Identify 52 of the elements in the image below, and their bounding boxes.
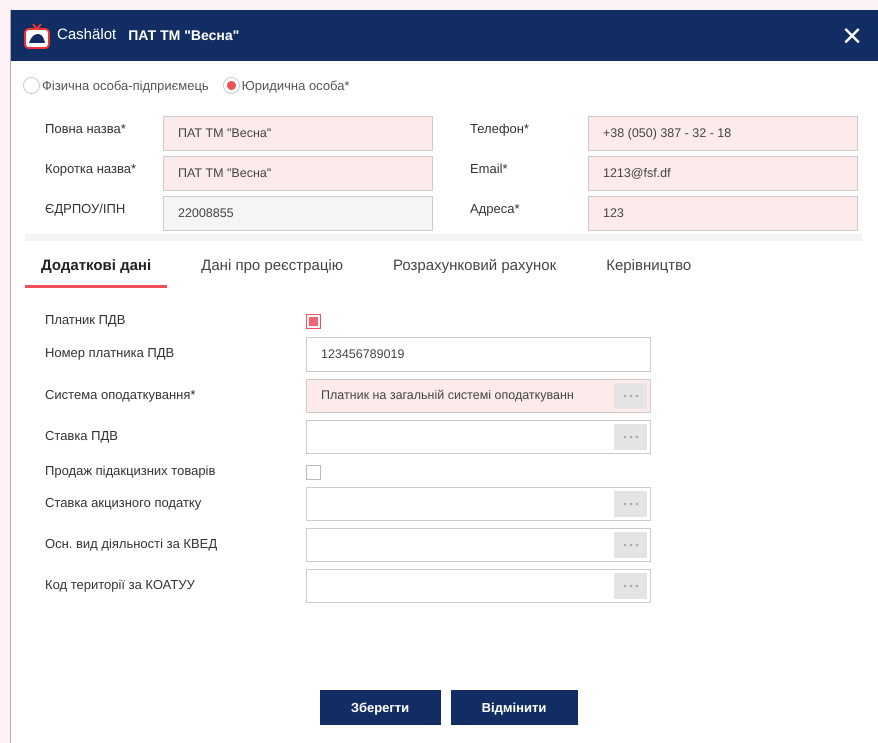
field-label: Адреса* (470, 200, 521, 218)
tab[interactable]: Додаткові дані (25, 250, 168, 288)
tab[interactable]: Розрахунковий рахунок (377, 250, 572, 288)
tv-logo-icon (23, 22, 51, 48)
tab[interactable]: Керівництво (590, 250, 708, 288)
field-label: Платник ПДВ (45, 311, 126, 329)
radio-button[interactable] (23, 77, 40, 94)
input-field[interactable]: 123456789019 (306, 336, 651, 372)
browse-button[interactable] (614, 424, 647, 450)
input-field[interactable]: 123 (588, 196, 858, 230)
field-label: Код території за КОАТУУ (45, 576, 196, 594)
radio-label[interactable]: Фізична особа-підприємець (42, 76, 209, 96)
field-label: Система оподаткування* (45, 386, 196, 404)
dots-icon (622, 394, 638, 398)
browse-button[interactable] (614, 573, 647, 599)
input-field[interactable]: ПАТ ТМ "Весна" (163, 156, 433, 190)
logo-text: Cashälot (57, 25, 116, 46)
select-field[interactable] (306, 528, 651, 562)
field-label: ЄДРПОУ/ІПН (45, 200, 126, 218)
select-field[interactable]: Платник на загальній системі оподаткуванн (306, 378, 651, 412)
field-label: Продаж підакцизних товарів (45, 462, 216, 480)
browse-button[interactable] (614, 382, 647, 408)
dots-icon (622, 584, 638, 588)
field-label: Повна назва* (45, 120, 127, 138)
dots-icon (622, 502, 638, 506)
radio-label[interactable]: Юридична особа* (242, 76, 350, 96)
checkbox[interactable] (306, 464, 321, 480)
tab[interactable]: Дані про реєстрацію (185, 250, 359, 288)
save-button[interactable]: Зберегти (320, 690, 440, 725)
select-field[interactable] (306, 569, 651, 603)
input-field[interactable]: +38 (050) 387 - 32 - 18 (588, 116, 858, 150)
field-label: Номер платника ПДВ (45, 344, 176, 362)
input-field[interactable]: 1213@fsf.df (588, 156, 858, 190)
field-label: Ставка ПДВ (45, 426, 119, 445)
close-button[interactable]: × (838, 18, 866, 52)
browse-button[interactable] (614, 491, 647, 517)
input-field: 22008855 (163, 196, 433, 230)
select-field[interactable] (306, 487, 651, 521)
browse-button[interactable] (614, 532, 647, 558)
field-label: Осн. вид діяльності за КВЕД (45, 535, 218, 553)
field-label: Телефон* (470, 120, 530, 138)
radio-button[interactable] (222, 77, 240, 94)
select-field[interactable] (306, 420, 651, 454)
dots-icon (622, 434, 638, 438)
field-label: Email* (470, 160, 509, 178)
field-label: Ставка акцизного податку (45, 494, 202, 512)
window-title: ПАТ ТМ "Весна" (128, 26, 240, 45)
input-field[interactable]: ПАТ ТМ "Весна" (163, 116, 433, 150)
field-label: Коротка назва* (45, 160, 138, 178)
checkbox[interactable] (306, 314, 321, 329)
cancel-button[interactable]: Відмінити (450, 690, 578, 725)
dots-icon (622, 543, 638, 547)
